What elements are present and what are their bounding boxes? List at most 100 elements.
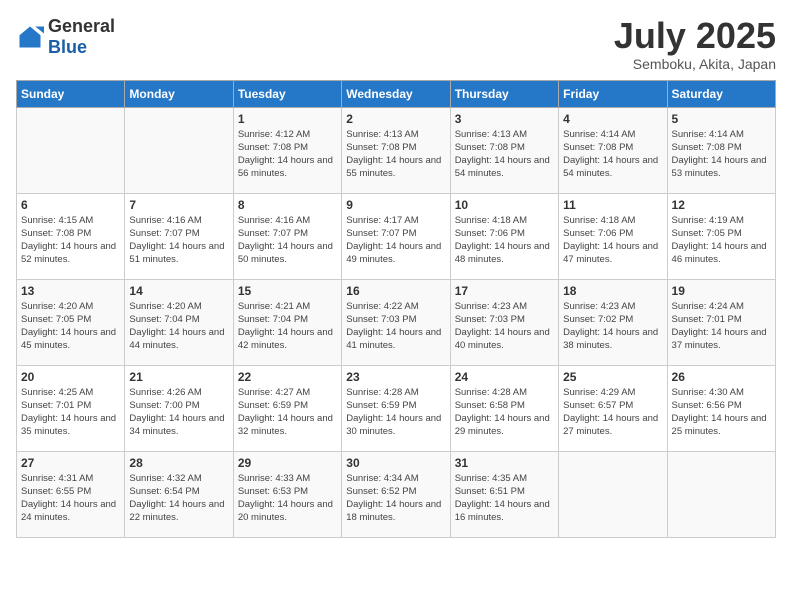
cell-info: Sunrise: 4:31 AM Sunset: 6:55 PM Dayligh… — [21, 472, 120, 525]
day-number: 28 — [129, 456, 228, 470]
calendar-cell: 26 Sunrise: 4:30 AM Sunset: 6:56 PM Dayli… — [667, 365, 775, 451]
calendar-cell: 30 Sunrise: 4:34 AM Sunset: 6:52 PM Dayli… — [342, 451, 450, 537]
calendar-cell — [667, 451, 775, 537]
day-header-thursday: Thursday — [450, 80, 558, 107]
cell-info: Sunrise: 4:35 AM Sunset: 6:51 PM Dayligh… — [455, 472, 554, 525]
cell-info: Sunrise: 4:26 AM Sunset: 7:00 PM Dayligh… — [129, 386, 228, 439]
day-number: 15 — [238, 284, 337, 298]
calendar-cell — [17, 107, 125, 193]
calendar-cell: 25 Sunrise: 4:29 AM Sunset: 6:57 PM Dayli… — [559, 365, 667, 451]
month-title: July 2025 — [614, 16, 776, 56]
calendar-cell: 2Sunrise: 4:13 AM Sunset: 7:08 PM Daylig… — [342, 107, 450, 193]
day-number: 18 — [563, 284, 662, 298]
day-number: 20 — [21, 370, 120, 384]
cell-info: Sunrise: 4:30 AM Sunset: 6:56 PM Dayligh… — [672, 386, 771, 439]
logo: General Blue — [16, 16, 115, 58]
cell-info: Sunrise: 4:24 AM Sunset: 7:01 PM Dayligh… — [672, 300, 771, 353]
day-number: 17 — [455, 284, 554, 298]
cell-info: Sunrise: 4:28 AM Sunset: 6:59 PM Dayligh… — [346, 386, 445, 439]
calendar-cell: 14 Sunrise: 4:20 AM Sunset: 7:04 PM Dayli… — [125, 279, 233, 365]
cell-info: Sunrise: 4:16 AM Sunset: 7:07 PM Dayligh… — [129, 214, 228, 267]
day-number: 22 — [238, 370, 337, 384]
cell-info: Sunrise: 4:13 AM Sunset: 7:08 PM Dayligh… — [455, 128, 554, 181]
day-number: 4 — [563, 112, 662, 126]
day-number: 3 — [455, 112, 554, 126]
day-number: 21 — [129, 370, 228, 384]
calendar-cell: 12 Sunrise: 4:19 AM Sunset: 7:05 PM Dayli… — [667, 193, 775, 279]
calendar-body: 1 Sunrise: 4:12 AM Sunset: 7:08 PM Daylig… — [17, 107, 776, 537]
cell-info: Sunrise: 4:20 AM Sunset: 7:04 PM Dayligh… — [129, 300, 228, 353]
cell-info: Sunrise: 4:20 AM Sunset: 7:05 PM Dayligh… — [21, 300, 120, 353]
day-number: 5 — [672, 112, 771, 126]
cell-info: Sunrise: 4:14 AM Sunset: 7:08 PM Dayligh… — [563, 128, 662, 181]
day-number: 24 — [455, 370, 554, 384]
cell-info: Sunrise: 4:28 AM Sunset: 6:58 PM Dayligh… — [455, 386, 554, 439]
cell-info: Sunrise: 4:32 AM Sunset: 6:54 PM Dayligh… — [129, 472, 228, 525]
calendar-cell: 24 Sunrise: 4:28 AM Sunset: 6:58 PM Dayli… — [450, 365, 558, 451]
calendar-cell: 19Sunrise: 4:24 AM Sunset: 7:01 PM Dayli… — [667, 279, 775, 365]
calendar-cell: 16 Sunrise: 4:22 AM Sunset: 7:03 PM Dayli… — [342, 279, 450, 365]
cell-info: Sunrise: 4:27 AM Sunset: 6:59 PM Dayligh… — [238, 386, 337, 439]
calendar-cell: 3 Sunrise: 4:13 AM Sunset: 7:08 PM Daylig… — [450, 107, 558, 193]
day-number: 25 — [563, 370, 662, 384]
cell-info: Sunrise: 4:16 AM Sunset: 7:07 PM Dayligh… — [238, 214, 337, 267]
day-number: 10 — [455, 198, 554, 212]
calendar-cell: 10 Sunrise: 4:18 AM Sunset: 7:06 PM Dayli… — [450, 193, 558, 279]
cell-info: Sunrise: 4:22 AM Sunset: 7:03 PM Dayligh… — [346, 300, 445, 353]
day-header-wednesday: Wednesday — [342, 80, 450, 107]
calendar-cell: 17 Sunrise: 4:23 AM Sunset: 7:03 PM Dayli… — [450, 279, 558, 365]
cell-info: Sunrise: 4:15 AM Sunset: 7:08 PM Dayligh… — [21, 214, 120, 267]
day-number: 11 — [563, 198, 662, 212]
day-header-friday: Friday — [559, 80, 667, 107]
day-number: 6 — [21, 198, 120, 212]
logo-blue-text: Blue — [48, 37, 87, 57]
day-number: 8 — [238, 198, 337, 212]
calendar-cell: 13 Sunrise: 4:20 AM Sunset: 7:05 PM Dayli… — [17, 279, 125, 365]
day-number: 23 — [346, 370, 445, 384]
calendar-cell: 5Sunrise: 4:14 AM Sunset: 7:08 PM Daylig… — [667, 107, 775, 193]
calendar-cell: 4 Sunrise: 4:14 AM Sunset: 7:08 PM Daylig… — [559, 107, 667, 193]
calendar-cell — [559, 451, 667, 537]
calendar-cell — [125, 107, 233, 193]
page-header: General Blue July 2025 Semboku, Akita, J… — [16, 16, 776, 72]
calendar-cell: 1 Sunrise: 4:12 AM Sunset: 7:08 PM Daylig… — [233, 107, 341, 193]
day-number: 7 — [129, 198, 228, 212]
day-header-tuesday: Tuesday — [233, 80, 341, 107]
calendar-cell: 9 Sunrise: 4:17 AM Sunset: 7:07 PM Daylig… — [342, 193, 450, 279]
cell-info: Sunrise: 4:19 AM Sunset: 7:05 PM Dayligh… — [672, 214, 771, 267]
day-number: 1 — [238, 112, 337, 126]
day-number: 16 — [346, 284, 445, 298]
day-header-saturday: Saturday — [667, 80, 775, 107]
week-row-5: 27 Sunrise: 4:31 AM Sunset: 6:55 PM Dayli… — [17, 451, 776, 537]
day-number: 9 — [346, 198, 445, 212]
cell-info: Sunrise: 4:29 AM Sunset: 6:57 PM Dayligh… — [563, 386, 662, 439]
calendar-table: SundayMondayTuesdayWednesdayThursdayFrid… — [16, 80, 776, 538]
day-number: 26 — [672, 370, 771, 384]
week-row-3: 13 Sunrise: 4:20 AM Sunset: 7:05 PM Dayli… — [17, 279, 776, 365]
cell-info: Sunrise: 4:34 AM Sunset: 6:52 PM Dayligh… — [346, 472, 445, 525]
calendar-cell: 28 Sunrise: 4:32 AM Sunset: 6:54 PM Dayli… — [125, 451, 233, 537]
calendar-cell: 22 Sunrise: 4:27 AM Sunset: 6:59 PM Dayli… — [233, 365, 341, 451]
day-number: 12 — [672, 198, 771, 212]
calendar-cell: 8 Sunrise: 4:16 AM Sunset: 7:07 PM Daylig… — [233, 193, 341, 279]
cell-info: Sunrise: 4:23 AM Sunset: 7:03 PM Dayligh… — [455, 300, 554, 353]
day-number: 14 — [129, 284, 228, 298]
day-number: 30 — [346, 456, 445, 470]
cell-info: Sunrise: 4:17 AM Sunset: 7:07 PM Dayligh… — [346, 214, 445, 267]
day-number: 13 — [21, 284, 120, 298]
week-row-4: 20Sunrise: 4:25 AM Sunset: 7:01 PM Dayli… — [17, 365, 776, 451]
day-header-sunday: Sunday — [17, 80, 125, 107]
calendar-cell: 21 Sunrise: 4:26 AM Sunset: 7:00 PM Dayli… — [125, 365, 233, 451]
cell-info: Sunrise: 4:18 AM Sunset: 7:06 PM Dayligh… — [563, 214, 662, 267]
logo-icon — [16, 23, 44, 51]
calendar-cell: 11 Sunrise: 4:18 AM Sunset: 7:06 PM Dayli… — [559, 193, 667, 279]
cell-info: Sunrise: 4:12 AM Sunset: 7:08 PM Dayligh… — [238, 128, 337, 181]
day-number: 27 — [21, 456, 120, 470]
cell-info: Sunrise: 4:13 AM Sunset: 7:08 PM Dayligh… — [346, 128, 445, 181]
calendar-header-row: SundayMondayTuesdayWednesdayThursdayFrid… — [17, 80, 776, 107]
cell-info: Sunrise: 4:18 AM Sunset: 7:06 PM Dayligh… — [455, 214, 554, 267]
calendar-cell: 6 Sunrise: 4:15 AM Sunset: 7:08 PM Daylig… — [17, 193, 125, 279]
logo-general-text: General — [48, 16, 115, 36]
calendar-cell: 27 Sunrise: 4:31 AM Sunset: 6:55 PM Dayli… — [17, 451, 125, 537]
calendar-cell: 23 Sunrise: 4:28 AM Sunset: 6:59 PM Dayli… — [342, 365, 450, 451]
